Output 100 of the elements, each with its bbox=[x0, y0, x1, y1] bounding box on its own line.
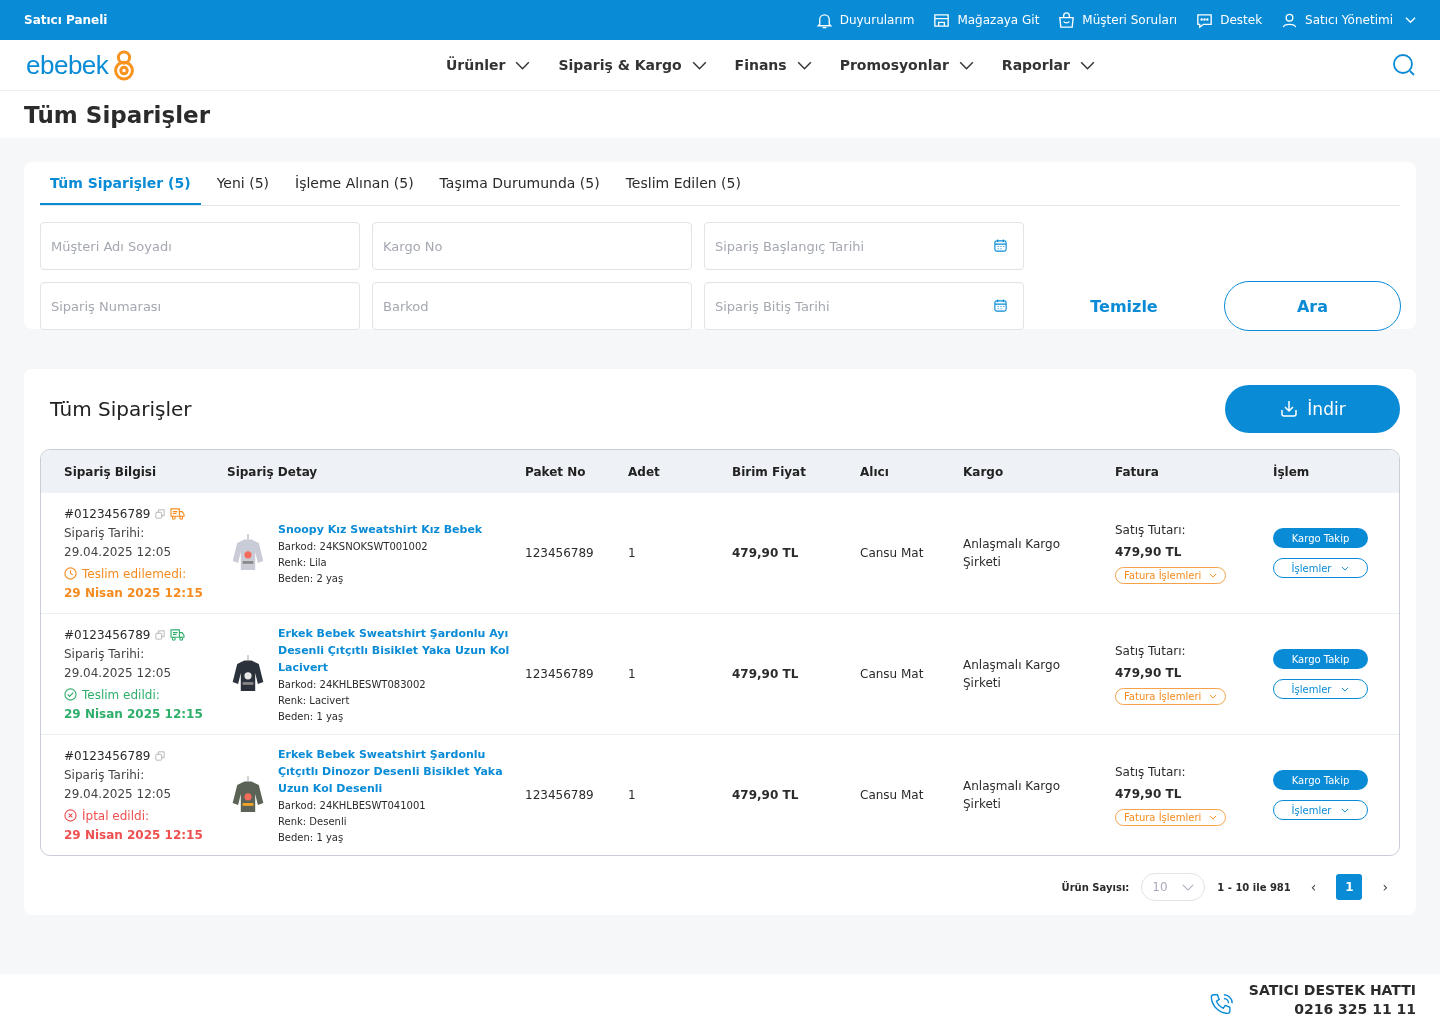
status-date: 29 Nisan 2025 12:15 bbox=[64, 706, 204, 721]
topbar-link[interactable]: Mağazaya Git bbox=[932, 10, 1040, 30]
topbar-link[interactable]: Destek bbox=[1195, 10, 1263, 30]
status-label: Teslim edildi: bbox=[82, 687, 160, 702]
calendar-icon[interactable] bbox=[993, 238, 1008, 253]
next-page-button[interactable]: › bbox=[1374, 879, 1396, 895]
filter-field[interactable]: Sipariş Başlangıç Tarihi bbox=[704, 222, 1024, 270]
caret-icon bbox=[1341, 565, 1350, 571]
section-title: Tüm Siparişler bbox=[50, 397, 192, 421]
tab[interactable]: Teslim Edilen (5) bbox=[615, 162, 751, 205]
column-header: Adet bbox=[628, 464, 661, 479]
product-color: Renk: Lacivert bbox=[278, 693, 351, 708]
product-link[interactable]: Erkek Bebek Sweatshirt Şardonlu Çıtçıtlı Dinozor Desenli Bisiklet Yaka Uzun Kol Desenli bbox=[278, 745, 513, 797]
filter-field[interactable]: Müşteri Adı Soyadı bbox=[40, 222, 360, 270]
recipient-name: Cansu Mat bbox=[860, 546, 925, 560]
column-header: Alıcı bbox=[860, 464, 890, 479]
nav-menu-item[interactable]: Raporlar bbox=[1001, 57, 1095, 73]
product-link[interactable]: Snoopy Kız Sweatshirt Kız Bebek bbox=[278, 520, 513, 538]
filter-field[interactable]: Barkod bbox=[372, 282, 692, 330]
package-number: 123456789 bbox=[525, 788, 595, 802]
ebebek-logo[interactable]: ebebek bbox=[26, 48, 446, 82]
search-icon[interactable] bbox=[1392, 53, 1416, 77]
caret-icon bbox=[796, 60, 812, 70]
quantity: 1 bbox=[628, 546, 637, 560]
status-date: 29 Nisan 2025 12:15 bbox=[64, 585, 204, 600]
invoice-actions-button[interactable]: Fatura İşlemleri bbox=[1115, 566, 1227, 584]
order-date-label: Sipariş Tarihi: bbox=[64, 525, 146, 540]
status-label: Teslim edilemedi: bbox=[82, 566, 187, 581]
download-button[interactable]: İndir bbox=[1225, 385, 1400, 433]
column-header: Sipariş Detay bbox=[227, 464, 319, 479]
filter-field[interactable]: Kargo No bbox=[372, 222, 692, 270]
topbar-link[interactable]: Müşteri Soruları bbox=[1057, 10, 1178, 30]
search-button[interactable]: Ara bbox=[1224, 281, 1401, 331]
package-number: 123456789 bbox=[525, 667, 595, 681]
product-barcode: Barkod: 24KHLBESWT083002 bbox=[278, 677, 427, 692]
column-header: Paket No bbox=[525, 464, 587, 479]
filter-field[interactable]: Sipariş Bitiş Tarihi bbox=[704, 282, 1024, 330]
topbar-link[interactable]: Duyurularım bbox=[814, 10, 915, 30]
order-number: #0123456789 bbox=[64, 506, 151, 521]
bag-icon bbox=[1057, 10, 1077, 30]
nav-menu-item[interactable]: Ürünler bbox=[446, 57, 531, 73]
status-date: 29 Nisan 2025 12:15 bbox=[64, 827, 204, 842]
filter-field[interactable]: Sipariş Numarası bbox=[40, 282, 360, 330]
cargo-track-button[interactable]: Kargo Takip bbox=[1273, 528, 1368, 548]
product-size: Beden: 1 yaş bbox=[278, 709, 345, 724]
previous-page-button[interactable]: ‹ bbox=[1302, 879, 1325, 895]
carrier-name: Anlaşmalı Kargo Şirketi bbox=[963, 778, 1061, 813]
cargo-track-button[interactable]: Kargo Takip bbox=[1273, 770, 1368, 790]
unit-price: 479,90 TL bbox=[732, 788, 800, 802]
order-number: #0123456789 bbox=[64, 627, 151, 642]
order-date: 29.04.2025 12:05 bbox=[64, 544, 173, 559]
nav-menu-item[interactable]: Promosyonlar bbox=[839, 57, 974, 73]
column-header: Kargo bbox=[963, 464, 1005, 479]
status-icon bbox=[64, 688, 77, 701]
download-icon bbox=[1279, 399, 1300, 419]
tab[interactable]: Yeni (5) bbox=[206, 162, 279, 205]
quantity: 1 bbox=[628, 788, 637, 802]
actions-button[interactable]: İşlemler bbox=[1273, 558, 1368, 578]
product-barcode: Barkod: 24KHLBESWT041001 bbox=[278, 798, 427, 813]
copy-icon[interactable] bbox=[155, 508, 166, 519]
caret-icon bbox=[691, 60, 707, 70]
unit-price: 479,90 TL bbox=[732, 667, 800, 681]
nav-menu-item[interactable]: Sipariş & Kargo bbox=[558, 57, 707, 73]
tab[interactable]: Tüm Siparişler (5) bbox=[40, 162, 201, 205]
tab[interactable]: İşleme Alınan (5) bbox=[285, 162, 424, 205]
caret-icon bbox=[1209, 572, 1218, 578]
copy-icon[interactable] bbox=[155, 750, 166, 761]
caret-icon bbox=[1079, 60, 1095, 70]
nav-menu-item[interactable]: Finans bbox=[734, 57, 812, 73]
recipient-name: Cansu Mat bbox=[860, 667, 925, 681]
topbar-link[interactable]: Satıcı Yönetimi bbox=[1280, 10, 1416, 30]
sales-amount: 479,90 TL bbox=[1115, 665, 1183, 680]
copy-icon[interactable] bbox=[155, 629, 166, 640]
caret-icon bbox=[1341, 807, 1350, 813]
order-date-label: Sipariş Tarihi: bbox=[64, 646, 146, 661]
product-color: Renk: Desenli bbox=[278, 814, 348, 829]
page-title: Tüm Siparişler bbox=[24, 101, 211, 128]
support-title: SATICI DESTEK HATTI bbox=[1248, 981, 1416, 998]
product-link[interactable]: Erkek Bebek Sweatshirt Şardonlu Ayı Desenli Çıtçıtlı Bisiklet Yaka Uzun Kol Lacivert bbox=[278, 624, 513, 676]
caret-icon bbox=[958, 60, 974, 70]
actions-button[interactable]: İşlemler bbox=[1273, 679, 1368, 699]
actions-button[interactable]: İşlemler bbox=[1273, 800, 1368, 820]
cargo-track-button[interactable]: Kargo Takip bbox=[1273, 649, 1368, 669]
page-size-label: Ürün Sayısı: bbox=[1061, 881, 1130, 893]
page-button[interactable]: 1 bbox=[1336, 874, 1363, 900]
sales-amount-label: Satış Tutarı: bbox=[1115, 643, 1187, 658]
sales-amount: 479,90 TL bbox=[1115, 544, 1183, 559]
sales-amount-label: Satış Tutarı: bbox=[1115, 522, 1187, 537]
order-date: 29.04.2025 12:05 bbox=[64, 665, 173, 680]
tab[interactable]: Taşıma Durumunda (5) bbox=[429, 162, 610, 205]
recipient-name: Cansu Mat bbox=[860, 788, 925, 802]
calendar-icon[interactable] bbox=[993, 298, 1008, 313]
order-date: 29.04.2025 12:05 bbox=[64, 786, 173, 801]
sales-amount-label: Satış Tutarı: bbox=[1115, 764, 1187, 779]
invoice-actions-button[interactable]: Fatura İşlemleri bbox=[1115, 687, 1227, 705]
invoice-actions-button[interactable]: Fatura İşlemleri bbox=[1115, 808, 1227, 826]
sales-amount: 479,90 TL bbox=[1115, 786, 1183, 801]
carrier-name: Anlaşmalı Kargo Şirketi bbox=[963, 657, 1061, 692]
clear-button[interactable]: Temizle bbox=[1070, 282, 1178, 331]
carrier-name: Anlaşmalı Kargo Şirketi bbox=[963, 536, 1061, 571]
